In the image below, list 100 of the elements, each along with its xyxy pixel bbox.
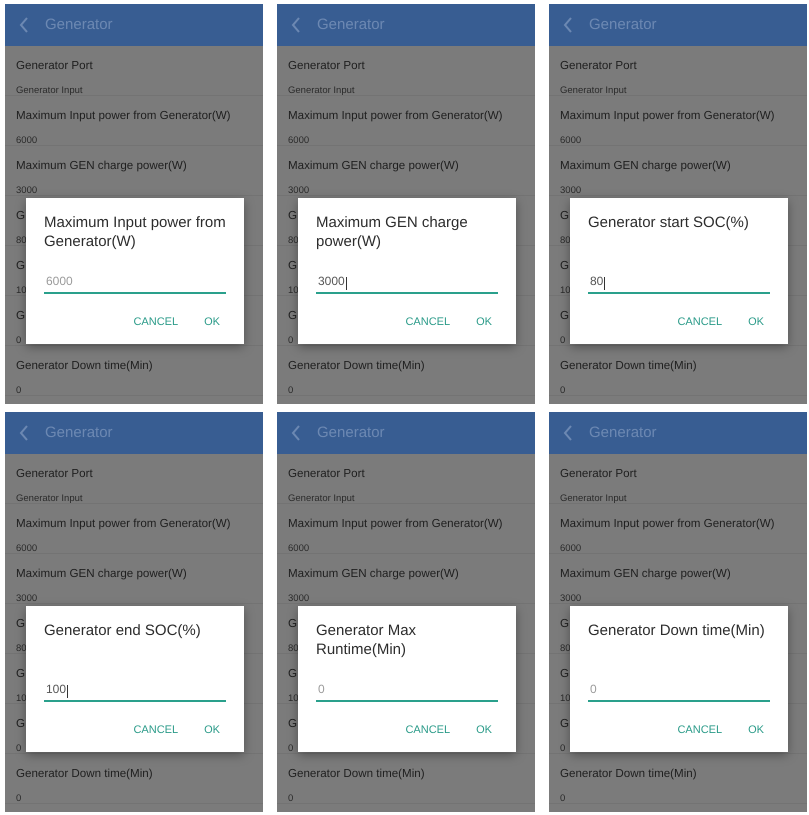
setting-value: Generator Input bbox=[16, 84, 83, 98]
setting-label: Maximum GEN charge power(W) bbox=[560, 158, 731, 174]
input-field[interactable]: 0 bbox=[316, 678, 498, 702]
setting-value: 0 bbox=[560, 334, 566, 348]
setting-value: 6000 bbox=[560, 542, 582, 556]
setting-label: G bbox=[16, 208, 26, 224]
input-field[interactable]: 80 bbox=[588, 270, 770, 294]
ok-button[interactable]: OK bbox=[470, 716, 498, 744]
cancel-button[interactable]: CANCEL bbox=[127, 308, 184, 336]
setting-label: G bbox=[288, 716, 298, 732]
setting-value: 3000 bbox=[560, 592, 582, 606]
setting-label: Generator Port bbox=[288, 58, 365, 74]
cancel-button[interactable]: CANCEL bbox=[399, 308, 456, 336]
setting-value: 0 bbox=[16, 334, 22, 348]
ok-button[interactable]: OK bbox=[198, 308, 226, 336]
input-field[interactable]: 6000 bbox=[44, 270, 226, 294]
setting-label: Maximum GEN charge power(W) bbox=[288, 566, 459, 582]
setting-value: 3000 bbox=[16, 184, 38, 198]
setting-value: 10 bbox=[288, 692, 299, 706]
setting-value: Generator Input bbox=[288, 84, 355, 98]
setting-value: 6000 bbox=[560, 134, 582, 148]
setting-value: 6000 bbox=[288, 134, 310, 148]
setting-value: 0 bbox=[560, 792, 566, 806]
setting-value: 3000 bbox=[16, 592, 38, 606]
setting-label: G bbox=[560, 666, 570, 682]
input-field[interactable]: 0 bbox=[588, 678, 770, 702]
cancel-button[interactable]: CANCEL bbox=[671, 716, 728, 744]
setting-label: Maximum Input power from Generator(W) bbox=[560, 108, 775, 124]
setting-label: G bbox=[560, 208, 570, 224]
setting-label: Generator Down time(Min) bbox=[16, 358, 153, 374]
setting-value: 80 bbox=[288, 642, 299, 656]
setting-value: 10 bbox=[560, 284, 571, 298]
input-field[interactable]: 100 bbox=[44, 678, 226, 702]
setting-value: 80 bbox=[16, 234, 27, 248]
setting-value: 10 bbox=[16, 692, 27, 706]
back-icon[interactable] bbox=[19, 425, 29, 441]
setting-value: Generator Input bbox=[560, 84, 627, 98]
back-icon[interactable] bbox=[291, 425, 301, 441]
cancel-button[interactable]: CANCEL bbox=[399, 716, 456, 744]
setting-value: 10 bbox=[560, 692, 571, 706]
setting-value: 0 bbox=[560, 384, 566, 398]
setting-label: G bbox=[16, 258, 26, 274]
ok-button[interactable]: OK bbox=[742, 716, 770, 744]
setting-value: 80 bbox=[560, 642, 571, 656]
input-field[interactable]: 3000 bbox=[316, 270, 498, 294]
back-icon[interactable] bbox=[563, 17, 573, 33]
setting-value: 0 bbox=[288, 384, 294, 398]
setting-label: G bbox=[288, 208, 298, 224]
dialog-title: Maximum Input power from Generator(W) bbox=[44, 214, 226, 252]
setting-value: 6000 bbox=[16, 134, 38, 148]
setting-label: Generator Down time(Min) bbox=[288, 358, 425, 374]
dialog-title: Generator end SOC(%) bbox=[44, 622, 202, 641]
setting-value: 10 bbox=[16, 284, 27, 298]
setting-value: 0 bbox=[288, 742, 294, 756]
setting-value: 0 bbox=[16, 742, 22, 756]
setting-label: Maximum GEN charge power(W) bbox=[288, 158, 459, 174]
setting-label: Maximum GEN charge power(W) bbox=[560, 566, 731, 582]
dialog-title: Maximum GEN charge power(W) bbox=[316, 214, 469, 252]
setting-label: Generator Down time(Min) bbox=[288, 766, 425, 782]
setting-label: G bbox=[288, 666, 298, 682]
setting-value: 80 bbox=[288, 234, 299, 248]
ok-button[interactable]: OK bbox=[742, 308, 770, 336]
back-icon[interactable] bbox=[19, 17, 29, 33]
dialog-title: Generator start SOC(%) bbox=[588, 214, 750, 233]
setting-label: Maximum GEN charge power(W) bbox=[16, 566, 187, 582]
setting-value: 0 bbox=[560, 742, 566, 756]
setting-label: G bbox=[288, 616, 298, 632]
ok-button[interactable]: OK bbox=[198, 716, 226, 744]
setting-value: 3000 bbox=[560, 184, 582, 198]
setting-label: G bbox=[560, 716, 570, 732]
setting-label: Generator Port bbox=[560, 466, 637, 482]
setting-label: Maximum Input power from Generator(W) bbox=[560, 516, 775, 532]
cancel-button[interactable]: CANCEL bbox=[671, 308, 728, 336]
setting-label: G bbox=[16, 716, 26, 732]
setting-value: 0 bbox=[16, 384, 22, 398]
setting-label: Maximum Input power from Generator(W) bbox=[288, 516, 503, 532]
setting-value: Generator Input bbox=[16, 492, 83, 506]
cancel-button[interactable]: CANCEL bbox=[127, 716, 184, 744]
setting-label: G bbox=[288, 308, 298, 324]
back-icon[interactable] bbox=[563, 425, 573, 441]
setting-label: G bbox=[560, 308, 570, 324]
ok-button[interactable]: OK bbox=[470, 308, 498, 336]
back-icon[interactable] bbox=[291, 17, 301, 33]
setting-value: 3000 bbox=[288, 184, 310, 198]
setting-value: 80 bbox=[560, 234, 571, 248]
setting-value: 0 bbox=[288, 792, 294, 806]
setting-value: Generator Input bbox=[288, 492, 355, 506]
setting-label: G bbox=[560, 258, 570, 274]
setting-value: 6000 bbox=[288, 542, 310, 556]
setting-label: G bbox=[16, 308, 26, 324]
setting-label: G bbox=[16, 616, 26, 632]
setting-label: Generator Down time(Min) bbox=[560, 358, 697, 374]
setting-value: 0 bbox=[288, 334, 294, 348]
dialog-title: Generator Max Runtime(Min) bbox=[316, 622, 418, 660]
setting-label: Generator Port bbox=[288, 466, 365, 482]
setting-label: G bbox=[560, 616, 570, 632]
setting-value: 6000 bbox=[16, 542, 38, 556]
setting-value: 3000 bbox=[288, 592, 310, 606]
setting-label: Generator Down time(Min) bbox=[16, 766, 153, 782]
setting-value: 80 bbox=[16, 642, 27, 656]
